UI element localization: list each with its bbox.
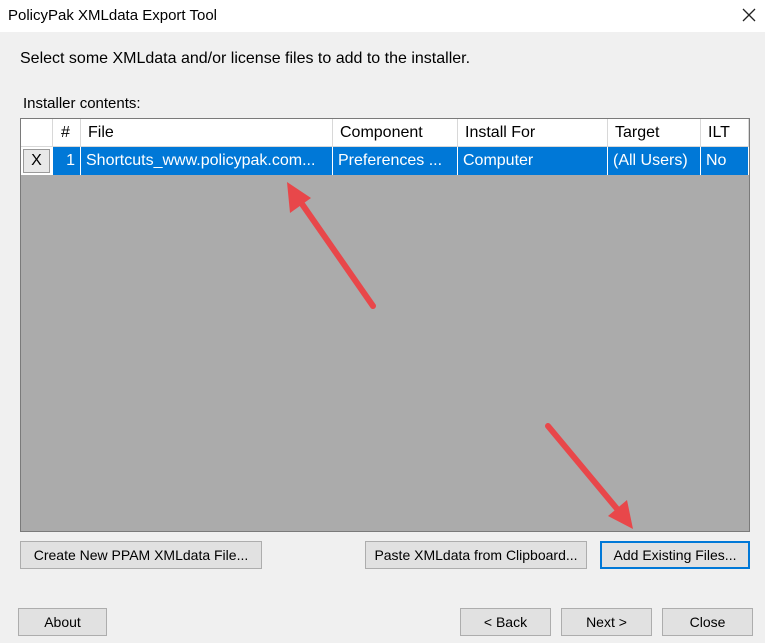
column-header-target[interactable]: Target bbox=[608, 119, 701, 147]
about-button[interactable]: About bbox=[18, 608, 107, 636]
grid-header: # File Component Install For Target ILT bbox=[21, 119, 749, 147]
instruction-text: Select some XMLdata and/or license files… bbox=[20, 50, 471, 67]
row-file: Shortcuts_www.policypak.com... bbox=[81, 147, 333, 175]
close-button[interactable]: Close bbox=[662, 608, 753, 636]
window-title: PolicyPak XMLdata Export Tool bbox=[8, 7, 217, 24]
close-icon[interactable] bbox=[738, 4, 760, 26]
paste-from-clipboard-button[interactable]: Paste XMLdata from Clipboard... bbox=[365, 541, 587, 569]
row-target: (All Users) bbox=[608, 147, 701, 175]
title-bar: PolicyPak XMLdata Export Tool bbox=[0, 0, 765, 32]
next-button[interactable]: Next > bbox=[561, 608, 652, 636]
column-header-install-for[interactable]: Install For bbox=[458, 119, 608, 147]
row-number: 1 bbox=[53, 147, 81, 175]
back-button[interactable]: < Back bbox=[460, 608, 551, 636]
installer-contents-label: Installer contents: bbox=[23, 95, 141, 112]
remove-row-button[interactable]: X bbox=[23, 149, 50, 173]
column-header-ilt[interactable]: ILT bbox=[701, 119, 749, 147]
table-row[interactable]: X 1 Shortcuts_www.policypak.com... Prefe… bbox=[21, 147, 749, 175]
remove-cell: X bbox=[21, 147, 53, 175]
row-install-for: Computer bbox=[458, 147, 608, 175]
column-header-remove bbox=[21, 119, 53, 147]
add-existing-files-button[interactable]: Add Existing Files... bbox=[600, 541, 750, 569]
column-header-number[interactable]: # bbox=[53, 119, 81, 147]
installer-contents-grid[interactable]: # File Component Install For Target ILT … bbox=[20, 118, 750, 532]
column-header-component[interactable]: Component bbox=[333, 119, 458, 147]
row-component: Preferences ... bbox=[333, 147, 458, 175]
row-ilt: No bbox=[701, 147, 749, 175]
create-new-xmldata-button[interactable]: Create New PPAM XMLdata File... bbox=[20, 541, 262, 569]
column-header-file[interactable]: File bbox=[81, 119, 333, 147]
